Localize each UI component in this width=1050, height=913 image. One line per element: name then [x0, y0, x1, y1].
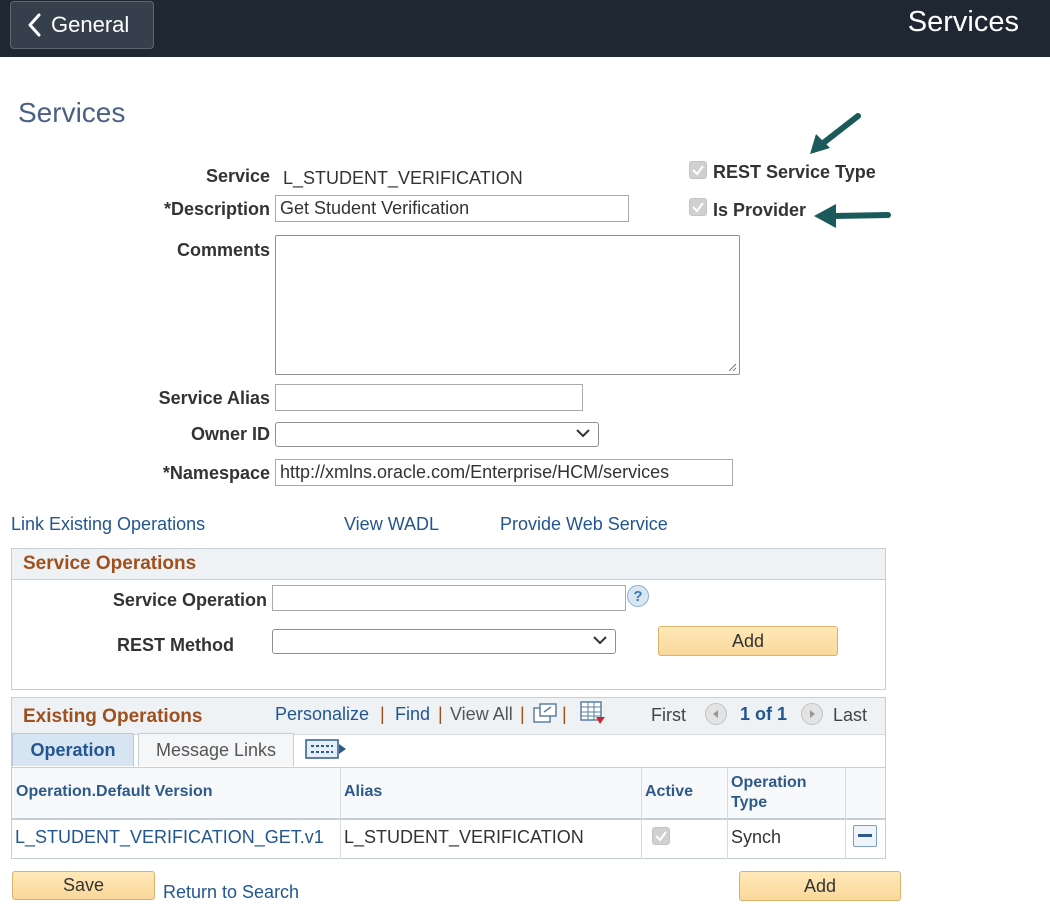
chevron-down-icon [576, 429, 590, 438]
checkmark-icon [692, 202, 704, 213]
previous-page-icon[interactable] [705, 703, 727, 725]
return-to-search-link[interactable]: Return to Search [163, 882, 299, 903]
chevron-left-icon [27, 13, 41, 37]
operation-link[interactable]: L_STUDENT_VERIFICATION_GET.v1 [15, 827, 324, 848]
comments-label: Comments [176, 240, 270, 260]
resize-handle-icon[interactable] [727, 362, 737, 372]
save-button[interactable]: Save [12, 871, 155, 900]
namespace-input[interactable] [275, 459, 733, 486]
delete-row-button[interactable] [853, 825, 877, 847]
show-all-columns-icon[interactable] [305, 738, 347, 760]
view-all-link[interactable]: View All [450, 704, 513, 725]
column-divider [845, 767, 846, 859]
service-operation-input[interactable] [272, 585, 626, 611]
chevron-down-icon [593, 636, 607, 645]
top-header [0, 0, 1050, 57]
rest-service-type-checkbox[interactable] [689, 161, 707, 179]
is-provider-checkbox[interactable] [689, 198, 707, 216]
next-page-icon[interactable] [801, 703, 823, 725]
rest-method-label: REST Method [117, 635, 234, 655]
column-header-operation-type: Operation Type [731, 774, 807, 811]
description-label: *Description [163, 199, 270, 219]
service-operations-group: Service Operations [11, 548, 886, 690]
owner-id-select[interactable] [275, 422, 599, 447]
rest-service-type-label: REST Service Type [713, 162, 876, 182]
personalize-link[interactable]: Personalize [275, 704, 369, 725]
page-indicator: 1 of 1 [740, 704, 788, 724]
column-divider [641, 767, 642, 859]
column-header-active: Active [645, 783, 694, 800]
service-alias-input[interactable] [275, 384, 583, 411]
back-button[interactable]: General [10, 1, 154, 49]
tab-message-links[interactable]: Message Links [138, 733, 294, 766]
description-input[interactable] [275, 195, 629, 222]
help-icon[interactable]: ? [627, 585, 649, 607]
rest-method-select[interactable] [272, 629, 616, 654]
header-title: Services [907, 6, 1019, 38]
first-label: First [651, 705, 686, 725]
separator: | [438, 704, 443, 724]
service-label: Service [205, 166, 270, 186]
service-value: L_STUDENT_VERIFICATION [283, 168, 523, 188]
minus-icon [858, 834, 872, 837]
add-button[interactable]: Add [739, 871, 901, 901]
checkmark-icon [692, 165, 704, 176]
service-alias-label: Service Alias [158, 388, 270, 408]
add-operation-button[interactable]: Add [658, 626, 838, 656]
column-header-operation: Operation.Default Version [16, 783, 213, 800]
back-button-label: General [51, 12, 130, 37]
separator: | [520, 704, 525, 724]
find-link[interactable]: Find [395, 704, 430, 725]
tab-operation[interactable]: Operation [12, 733, 134, 766]
comments-textarea[interactable] [275, 235, 740, 375]
is-provider-label: Is Provider [713, 200, 807, 220]
annotation-arrow-icon [810, 113, 861, 154]
annotation-arrow-icon [814, 204, 891, 228]
column-divider [340, 767, 341, 859]
alias-value: L_STUDENT_VERIFICATION [344, 827, 584, 847]
separator: | [380, 704, 385, 724]
provide-web-service-link[interactable]: Provide Web Service [500, 514, 668, 535]
service-operation-label: Service Operation [112, 590, 267, 610]
owner-id-label: Owner ID [190, 424, 270, 444]
service-operations-title: Service Operations [23, 553, 197, 574]
column-divider [727, 767, 728, 859]
last-label: Last [833, 705, 868, 725]
checkmark-icon [655, 831, 667, 842]
page-title: Services [18, 97, 126, 128]
active-checkbox[interactable] [652, 827, 670, 845]
separator: | [562, 704, 567, 724]
link-existing-operations[interactable]: Link Existing Operations [11, 514, 205, 535]
column-header-alias: Alias [344, 783, 383, 800]
existing-operations-title: Existing Operations [23, 706, 203, 727]
operation-type-value: Synch [731, 827, 782, 847]
download-grid-icon[interactable] [580, 701, 606, 725]
new-window-icon[interactable] [533, 703, 557, 723]
view-wadl-link[interactable]: View WADL [344, 514, 439, 535]
namespace-label: *Namespace [162, 463, 270, 483]
